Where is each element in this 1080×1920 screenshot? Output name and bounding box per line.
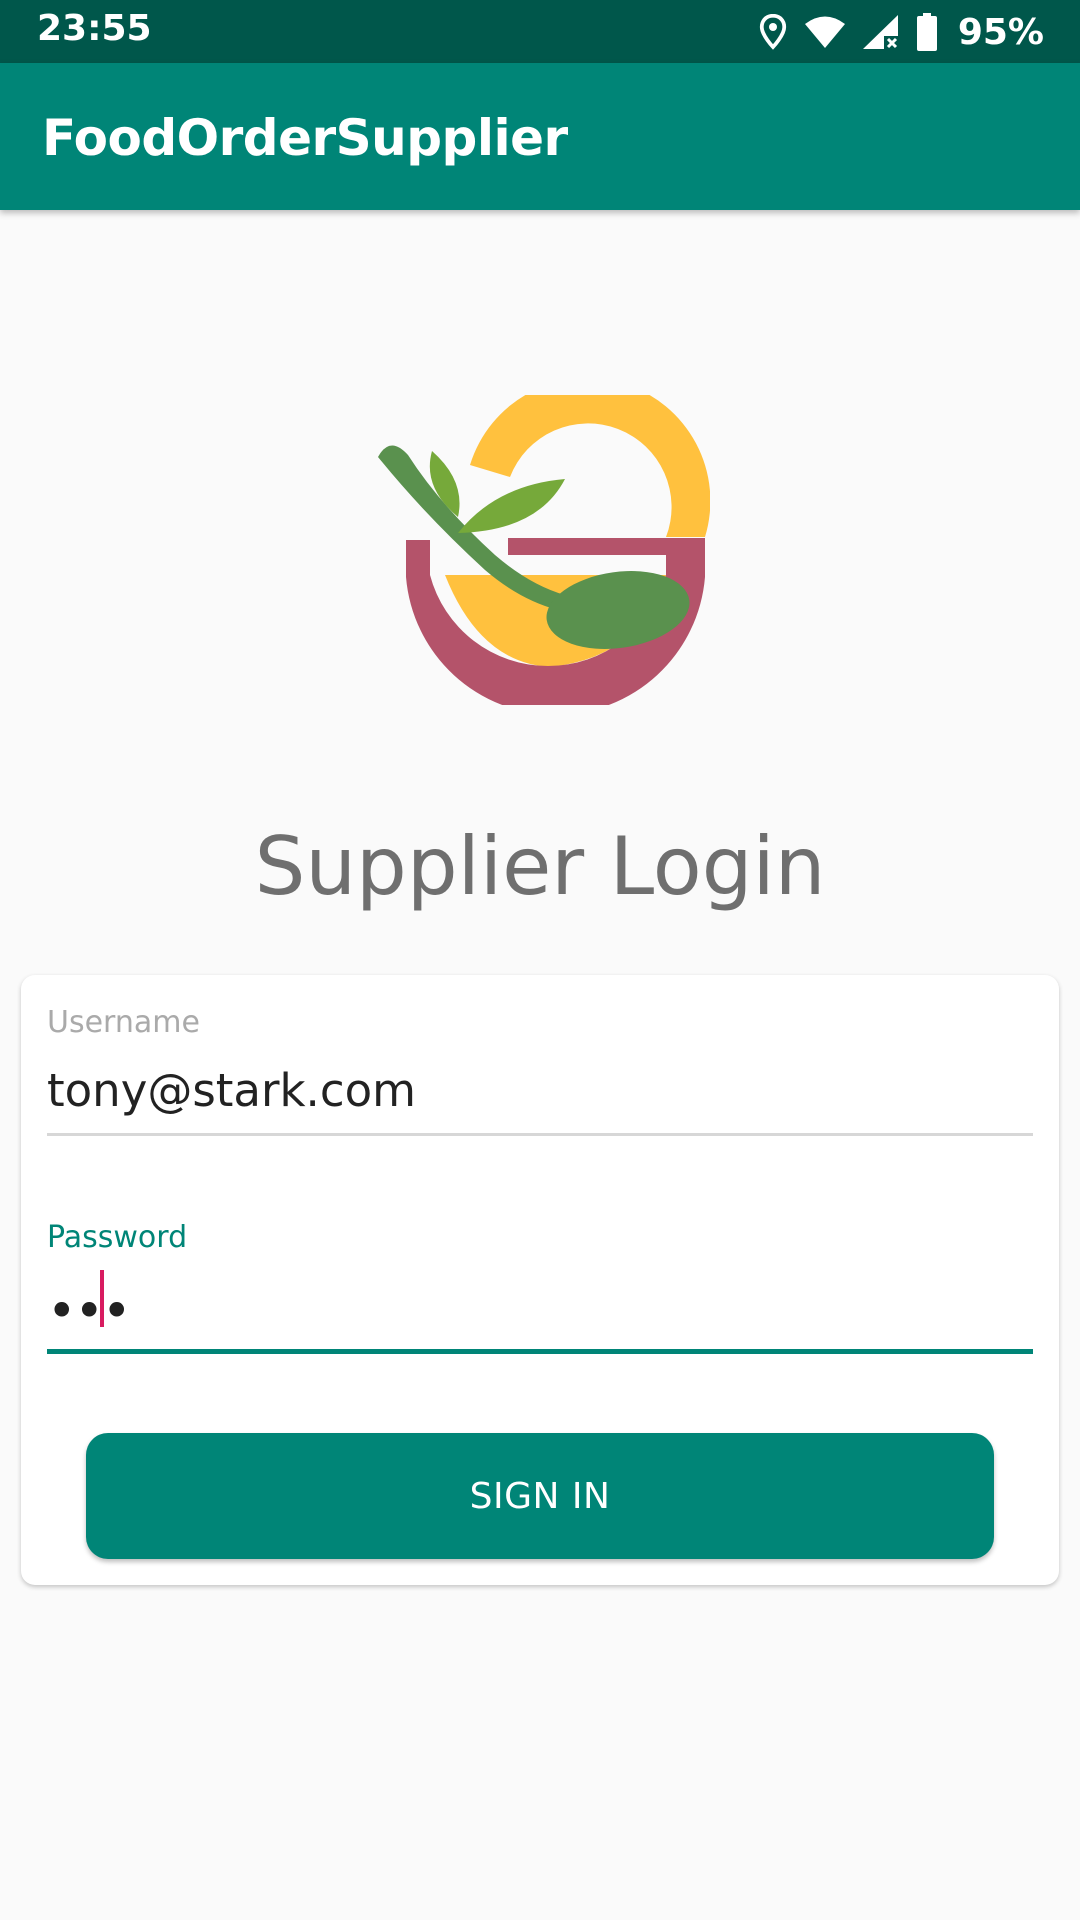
status-bar: 23:55 95% (0, 0, 1080, 63)
app-bar: FoodOrderSupplier (0, 63, 1080, 210)
username-label: Username (47, 1005, 200, 1040)
battery-percentage: 95% (957, 11, 1044, 53)
text-cursor (100, 1270, 104, 1327)
username-input[interactable] (47, 1055, 1033, 1125)
password-input[interactable]: ••• (47, 1282, 131, 1340)
sign-in-button[interactable]: SIGN IN (86, 1433, 994, 1559)
password-label: Password (47, 1220, 188, 1255)
wifi-icon (804, 16, 845, 48)
status-icons: 95% (758, 10, 1044, 54)
username-field[interactable]: Username (47, 1005, 1033, 1136)
location-icon (759, 14, 786, 50)
login-title: Supplier Login (254, 820, 826, 913)
password-field[interactable]: Password ••• (47, 1220, 1033, 1355)
status-time: 23:55 (37, 8, 152, 49)
battery-icon (916, 13, 937, 51)
app-title: FoodOrderSupplier (42, 109, 568, 167)
food-bowl-logo (378, 395, 710, 705)
cellular-no-data-icon (862, 15, 898, 49)
password-underline (47, 1349, 1033, 1354)
username-underline (47, 1133, 1033, 1136)
